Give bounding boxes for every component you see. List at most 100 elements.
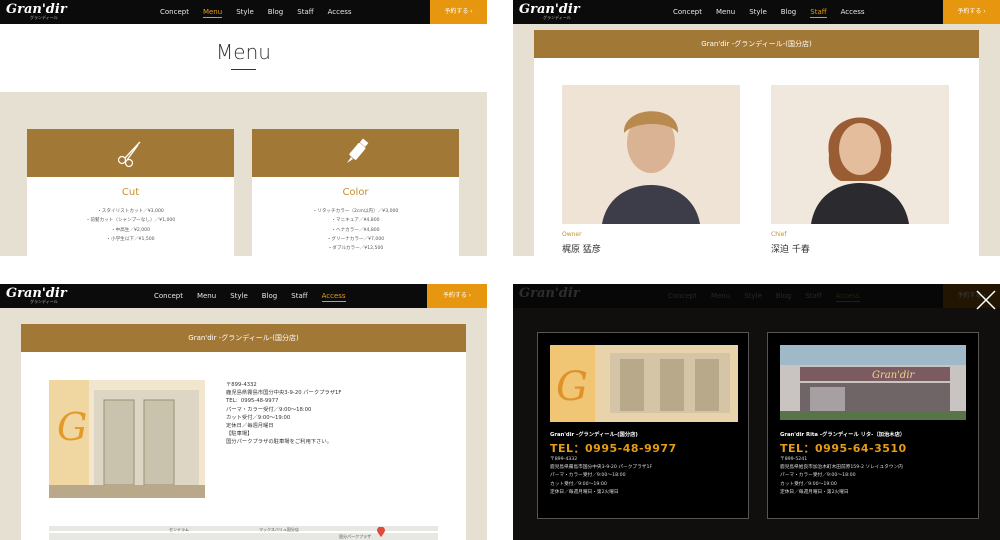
info-line: カット受付／9:00〜19:00 [780,481,837,487]
card-title: Color [342,187,369,198]
chief-photo [771,85,949,224]
info-line: 〒899-4332 [226,382,257,388]
shop-band: Gran'dir -グランディール-(国分店) [534,30,979,58]
staff-role: Owner [562,231,582,238]
card-header [27,129,234,177]
info-line: 鹿児島県霧島市国分中央3-9-20 パークプラザ1F [550,465,653,471]
map-pin-icon [377,527,385,537]
navbar: Gran'dir グランディール Concept Menu Style Blog… [0,0,487,24]
price-item: ・中高生／¥2,000 [110,227,151,233]
price-item: ・グリーナカラー／¥7,000 [326,236,385,242]
svg-text:Gran'dir: Gran'dir [872,370,916,381]
info-line: TEL：0995-48-9977 [226,398,279,405]
map-label: マックスバリュ国分店 [259,527,299,532]
info-line: 〒899-5241 [780,457,808,462]
navbar: Gran'dir グランディール Concept Menu Style Blog… [513,0,1000,24]
shop-card[interactable]: Gran'dir Gran'dir Rita -グランディール リタ-（加治木店… [767,332,979,519]
shop-name: Gran'dir Rita -グランディール リタ-（加治木店） [780,432,906,438]
staff-name: 深迫 千春 [771,245,810,255]
navbar: Gran'dir グランディール Concept Menu Style Blog… [0,284,487,308]
main-nav: Concept Menu Style Blog Staff Access [154,284,346,308]
shop-photo: G [550,345,738,422]
nav-blog[interactable]: Blog [781,0,796,24]
price-item: ・小学生以下／¥1,500 [106,236,155,242]
main-nav: Concept Menu Style Blog Staff Access [673,0,865,24]
price-list: ・リタッチカラー（2cm以内）／¥3,000 ・マニキュア／¥4,800 ・ヘナ… [252,207,459,253]
map-label: センテラム [169,527,189,532]
nav-style[interactable]: Style [230,284,248,308]
price-list: ・スタイリストカット／¥3,000 ・前髪カット（シャンプーなし）／¥1,000… [27,207,234,244]
shop-info: 〒899-4332 鹿児島県霧島市国分中央3-9-20 パークプラザ1F TEL：0… [226,381,341,447]
nav-staff[interactable]: Staff [810,7,827,18]
svg-text:G: G [556,364,588,410]
nav-menu[interactable]: Menu [197,284,216,308]
shop-modal-screenshot: Gran'dir Concept Menu Style Blog Staff A… [513,284,1000,540]
card-title: Cut [121,187,140,198]
logo-kana: グランディール [30,15,58,20]
owner-photo [562,85,740,224]
main-nav: Concept Menu Style Blog Staff Access [160,0,352,24]
access-page-screenshot: Gran'dir グランディール Concept Menu Style Blog… [0,284,487,540]
google-map[interactable]: センテラム マックスバリュ国分店 国分パークプラザ [49,526,438,540]
info-line: 定休日／毎週月曜日・第2火曜日 [550,489,619,495]
nav-staff[interactable]: Staff [291,284,307,308]
reserve-button[interactable]: 予約する › [427,284,487,308]
info-line: 鹿児島県姶良市加治木町木田前原159-2 ソレイユタウン内 [780,465,903,471]
shop-tel[interactable]: TEL：0995-48-9977 [550,440,677,456]
price-item: ・リタッチカラー（2cm以内）／¥3,000 [312,209,399,214]
shop-tel[interactable]: TEL：0995-64-3510 [780,440,907,456]
info-line: 鹿児島県霧島市国分中央3-9-20 パークプラザ1F [226,390,342,397]
info-line: カット受付／9:00〜19:00 [550,481,607,487]
nav-concept[interactable]: Concept [154,284,183,308]
shop-info: 〒899-4332 鹿児島県霧島市国分中央3-9-20 パークプラザ1F パーマ・カ… [550,456,652,497]
nav-blog[interactable]: Blog [268,0,283,24]
title-underline [231,69,256,70]
shop-photo: Gran'dir [780,345,966,420]
menu-card-cut: Cut ・スタイリストカット／¥3,000 ・前髪カット（シャンプーなし）／¥1… [27,129,234,256]
nav-concept[interactable]: Concept [673,0,702,24]
price-item: ・マニキュア／¥4,800 [331,218,380,224]
logo-kana: グランディール [30,299,58,304]
page-title: Menu [216,40,271,64]
nav-access[interactable]: Access [328,0,352,24]
staff-page-screenshot: Gran'dir グランディール Concept Menu Style Blog… [513,0,1000,256]
info-line: 国分パークプラザの駐車場をご利用下さい。 [226,439,332,446]
nav-style[interactable]: Style [236,0,254,24]
shop-band: Gran'dir -グランディール-(国分店) [21,324,466,352]
nav-menu[interactable]: Menu [716,0,735,24]
reserve-button[interactable]: 予約する › [430,0,487,24]
info-line: 定休日／毎週月曜日・第2火曜日 [780,489,849,495]
shop-name: Gran'dir -グランディール-(国分店) [550,432,638,438]
info-line: 【駐車場】 [226,431,253,438]
map-label: 国分パークプラザ [339,534,371,539]
price-item: ・前髪カット（シャンプーなし）／¥1,000 [85,218,176,224]
nav-style[interactable]: Style [749,0,767,24]
info-line: パーマ・カラー受付／9:00〜18:00 [780,473,856,479]
staff-name: 梶原 猛彦 [562,245,601,255]
info-line: パーマ・カラー受付／9:00〜18:00 [550,473,626,479]
price-item: ・ヘナカラー／¥4,800 [331,227,380,233]
color-tube-icon [347,138,369,163]
menu-page-screenshot: Gran'dir グランディール Concept Menu Style Blog… [0,0,487,256]
nav-access[interactable]: Access [321,291,346,302]
close-icon[interactable] [975,289,997,311]
nav-access[interactable]: Access [841,0,865,24]
nav-concept[interactable]: Concept [160,0,189,24]
nav-blog[interactable]: Blog [262,284,277,308]
menu-card-color: Color ・リタッチカラー（2cm以内）／¥3,000 ・マニキュア／¥4,8… [252,129,459,256]
scissors-icon [117,141,141,168]
shop-card[interactable]: G Gran'dir -グランディール-(国分店) TEL：0995-48-99… [537,332,749,519]
info-line: 〒899-4332 [550,457,578,462]
nav-staff[interactable]: Staff [297,0,313,24]
shop-interior-photo: G [49,380,205,498]
price-item: ・スタイリストカット／¥3,000 [97,209,164,214]
info-line: カット受付／9:00〜19:00 [226,414,291,421]
reserve-button[interactable]: 予約する › [943,0,1000,24]
nav-menu[interactable]: Menu [202,7,223,18]
info-line: 定休日／毎週月曜日 [226,423,274,430]
logo-kana: グランディール [543,15,571,20]
info-line: パーマ・カラー受付／9:00〜18:00 [226,406,312,413]
svg-text:G: G [57,405,87,449]
price-item: ・ダブルカラー／¥12,500 [327,246,384,252]
card-header [252,129,459,177]
